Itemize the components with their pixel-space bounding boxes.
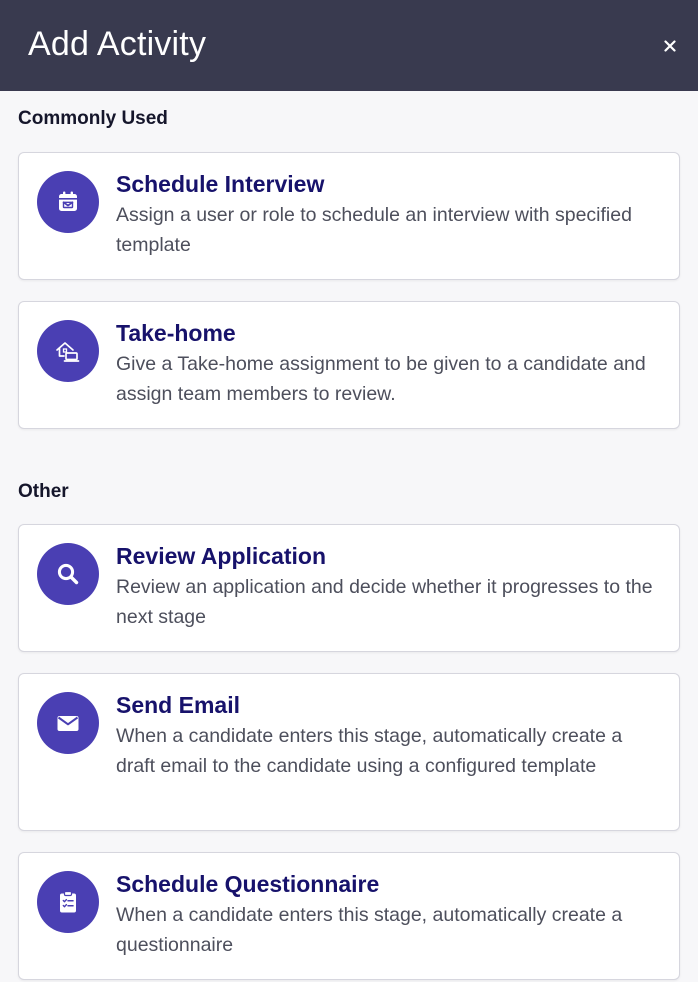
take-home-icon xyxy=(56,342,80,362)
card-title: Take-home xyxy=(116,320,236,346)
card-description: When a candidate enters this stage, auto… xyxy=(116,725,623,777)
activity-card-schedule-questionnaire[interactable]: Schedule Questionnaire When a candidate … xyxy=(18,852,680,980)
add-activity-panel: Add Activity Commonly Used Schedule Inte… xyxy=(0,0,698,982)
card-description: Review an application and decide whether… xyxy=(116,576,653,628)
activity-card-send-email[interactable]: Send Email When a candidate enters this … xyxy=(18,673,680,831)
card-description: When a candidate enters this stage, auto… xyxy=(116,904,623,956)
activity-card-take-home[interactable]: Take-home Give a Take-home assignment to… xyxy=(18,301,680,429)
clipboard-icon-badge xyxy=(37,871,99,933)
section-title-commonly-used: Commonly Used xyxy=(18,108,168,129)
card-title: Schedule Interview xyxy=(116,171,325,197)
search-icon xyxy=(57,563,79,585)
card-description: Assign a user or role to schedule an int… xyxy=(116,204,632,256)
activity-card-review-application[interactable]: Review Application Review an application… xyxy=(18,524,680,652)
card-title: Send Email xyxy=(116,692,240,718)
card-description: Give a Take-home assignment to be given … xyxy=(116,353,646,405)
take-home-icon-badge xyxy=(37,320,99,382)
close-button[interactable] xyxy=(656,32,684,60)
section-title-other: Other xyxy=(18,481,69,502)
envelope-icon xyxy=(57,716,79,731)
activity-card-schedule-interview[interactable]: Schedule Interview Assign a user or role… xyxy=(18,152,680,280)
card-title: Schedule Questionnaire xyxy=(116,871,380,897)
close-icon[interactable] xyxy=(664,39,676,52)
search-icon-badge xyxy=(37,543,99,605)
calendar-icon xyxy=(59,191,77,211)
calendar-icon-badge xyxy=(37,171,99,233)
dialog-header: Add Activity xyxy=(0,0,698,91)
envelope-icon-badge xyxy=(37,692,99,754)
dialog-title: Add Activity xyxy=(28,25,207,63)
card-title: Review Application xyxy=(116,543,327,569)
clipboard-icon xyxy=(60,890,76,913)
